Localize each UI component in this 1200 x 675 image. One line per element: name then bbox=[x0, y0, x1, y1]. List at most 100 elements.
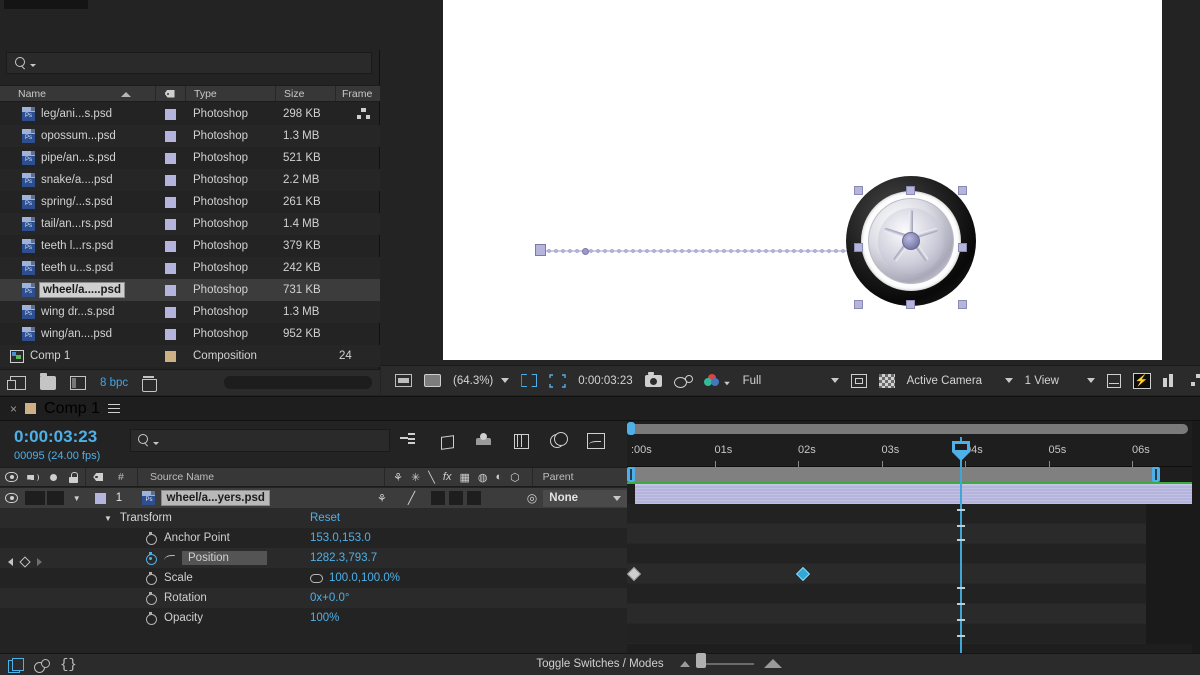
selection-handle-bc[interactable] bbox=[906, 300, 915, 309]
header-layer-number[interactable]: # bbox=[112, 468, 137, 486]
project-horizontal-scrollbar[interactable] bbox=[224, 376, 372, 389]
graph-row[interactable] bbox=[627, 544, 1200, 564]
stopwatch-icon[interactable] bbox=[145, 532, 156, 544]
new-folder-icon[interactable] bbox=[40, 376, 56, 390]
motion-path-keyframe-start[interactable] bbox=[582, 248, 589, 255]
panel-menu-icon[interactable] bbox=[108, 404, 120, 414]
table-row[interactable]: Pswing dr...s.psdPhotoshop1.3 MB bbox=[0, 301, 380, 323]
frame-blend-switch[interactable] bbox=[431, 491, 445, 505]
show-snapshot-button[interactable] bbox=[668, 366, 698, 395]
work-area-start-handle[interactable] bbox=[627, 467, 635, 482]
project-item-label-color[interactable] bbox=[155, 285, 185, 296]
project-item-name[interactable]: Comp 1 bbox=[0, 350, 155, 363]
region-of-interest-button[interactable] bbox=[543, 366, 572, 395]
project-item-name[interactable]: Pssnake/a....psd bbox=[0, 173, 155, 187]
choose-grid-guide-button[interactable] bbox=[515, 366, 543, 395]
constrain-proportions-icon[interactable] bbox=[310, 574, 323, 583]
parent-dropdown[interactable]: None bbox=[543, 490, 627, 507]
layer-source-name[interactable]: Ps wheel/a...yers.psd bbox=[136, 490, 371, 506]
selection-handle-br[interactable] bbox=[958, 300, 967, 309]
shy-icon[interactable]: ⚘ bbox=[393, 471, 403, 484]
property-value-cell[interactable]: 100.0,100.0% bbox=[310, 572, 400, 584]
property-value[interactable]: Reset bbox=[310, 512, 340, 524]
new-composition-icon[interactable] bbox=[10, 376, 26, 390]
project-item-name[interactable]: Pspipe/an...s.psd bbox=[0, 151, 155, 165]
table-row[interactable]: Psteeth l...rs.psdPhotoshop379 KB bbox=[0, 235, 380, 257]
tree-icon[interactable] bbox=[357, 108, 370, 120]
layer-label-swatch[interactable] bbox=[89, 493, 112, 504]
previous-keyframe-icon[interactable] bbox=[8, 558, 13, 566]
project-item-name[interactable]: Psleg/ani...s.psd bbox=[0, 107, 155, 121]
project-item-name[interactable]: Pstail/an...rs.psd bbox=[0, 217, 155, 231]
new-footage-icon[interactable] bbox=[70, 376, 86, 390]
camera-menu[interactable]: Active Camera bbox=[901, 366, 1019, 395]
property-value[interactable]: 1282.3,793.7 bbox=[310, 552, 377, 564]
graph-row[interactable] bbox=[627, 564, 1200, 584]
quality-icon[interactable]: ╲ bbox=[428, 471, 435, 484]
collapse-transform-icon[interactable]: ✳ bbox=[411, 471, 420, 484]
project-item-name[interactable]: Psspring/...s.psd bbox=[0, 195, 155, 209]
column-header-frame[interactable]: Frame bbox=[335, 86, 380, 101]
zoom-slider[interactable] bbox=[680, 659, 782, 668]
three-d-layer-icon[interactable]: ⬡ bbox=[510, 471, 520, 484]
header-source-name[interactable]: Source Name bbox=[137, 468, 384, 486]
table-row[interactable]: ▼ 1 Ps wheel/a...yers.psd ⚘ ╱ ◎ None bbox=[0, 488, 627, 508]
property-label[interactable]: Opacity bbox=[164, 612, 203, 624]
live-update-icon[interactable] bbox=[400, 431, 420, 449]
selection-handle-tc[interactable] bbox=[906, 186, 915, 195]
table-row[interactable]: Pstail/an...rs.psdPhotoshop1.4 MB bbox=[0, 213, 380, 235]
timeline-nav-bar[interactable] bbox=[627, 421, 1200, 437]
project-item-label-color[interactable] bbox=[155, 197, 185, 208]
selection-handle-tl[interactable] bbox=[854, 186, 863, 195]
show-channel-button[interactable] bbox=[698, 366, 737, 395]
layer-solo-toggle[interactable] bbox=[47, 491, 64, 505]
property-value[interactable]: 100.0,100.0% bbox=[329, 572, 400, 584]
stopwatch-icon[interactable] bbox=[145, 572, 156, 584]
table-row[interactable]: Psspring/...s.psdPhotoshop261 KB bbox=[0, 191, 380, 213]
project-item-label-color[interactable] bbox=[155, 307, 185, 318]
always-preview-this-view-button[interactable] bbox=[389, 366, 418, 395]
column-header-label[interactable] bbox=[155, 86, 185, 101]
table-row[interactable]: Pssnake/a....psdPhotoshop2.2 MB bbox=[0, 169, 380, 191]
layer-expand-triangle[interactable]: ▼ bbox=[64, 494, 89, 503]
table-row[interactable]: Pswheel/a.....psdPhotoshop731 KB bbox=[0, 279, 380, 301]
main-view-button[interactable] bbox=[418, 366, 447, 395]
stopwatch-icon[interactable] bbox=[145, 612, 156, 624]
selection-handle-mr[interactable] bbox=[958, 243, 967, 252]
property-value-cell[interactable]: 153.0,153.0 bbox=[310, 532, 371, 544]
project-item-name[interactable]: Psteeth l...rs.psd bbox=[0, 239, 155, 253]
column-header-size[interactable]: Size bbox=[275, 86, 335, 101]
transparency-grid-button[interactable] bbox=[873, 366, 901, 395]
frame-blending-icon[interactable] bbox=[511, 431, 531, 449]
views-menu[interactable]: 1 View bbox=[1019, 366, 1101, 395]
timeline-nav-range[interactable] bbox=[628, 424, 1188, 434]
property-value-cell[interactable]: 0x+0.0° bbox=[310, 592, 349, 604]
resolution-menu[interactable]: Full bbox=[737, 366, 845, 395]
property-row[interactable]: Anchor Point153.0,153.0 bbox=[0, 528, 627, 548]
layer-audio-toggle[interactable] bbox=[25, 491, 46, 505]
project-item-label-color[interactable] bbox=[155, 351, 185, 362]
stopwatch-icon[interactable] bbox=[145, 592, 156, 604]
project-item-label-color[interactable] bbox=[155, 153, 185, 164]
graph-row[interactable] bbox=[627, 624, 1200, 644]
magnification-menu[interactable]: (64.3%) bbox=[447, 366, 515, 395]
project-item-label-color[interactable] bbox=[155, 175, 185, 186]
project-item-name[interactable]: Pswheel/a.....psd bbox=[0, 282, 155, 298]
graph-editor-icon[interactable] bbox=[585, 431, 605, 449]
property-label[interactable]: Rotation bbox=[164, 592, 207, 604]
wheel-layer-artwork[interactable] bbox=[846, 176, 976, 306]
header-solo-toggle[interactable] bbox=[44, 468, 63, 486]
quality-icon[interactable]: ╱ bbox=[408, 491, 415, 505]
timeline-search-input[interactable] bbox=[130, 429, 390, 452]
bit-depth-button[interactable]: 8 bpc bbox=[100, 377, 128, 389]
trash-icon[interactable] bbox=[142, 376, 155, 390]
project-search-input[interactable] bbox=[6, 52, 372, 74]
timeline-current-time[interactable]: 0:00:03:23 bbox=[14, 427, 97, 447]
effects-icon[interactable]: fx bbox=[443, 471, 452, 483]
graph-row[interactable] bbox=[627, 584, 1200, 604]
motion-blur-switch[interactable] bbox=[449, 491, 463, 505]
property-row[interactable]: Position1282.3,793.7 bbox=[0, 548, 627, 568]
project-item-name[interactable]: Pswing/an....psd bbox=[0, 327, 155, 341]
toggle-switches-modes-button[interactable]: Toggle Switches / Modes bbox=[0, 658, 1200, 670]
property-row[interactable]: Opacity100% bbox=[0, 608, 627, 628]
